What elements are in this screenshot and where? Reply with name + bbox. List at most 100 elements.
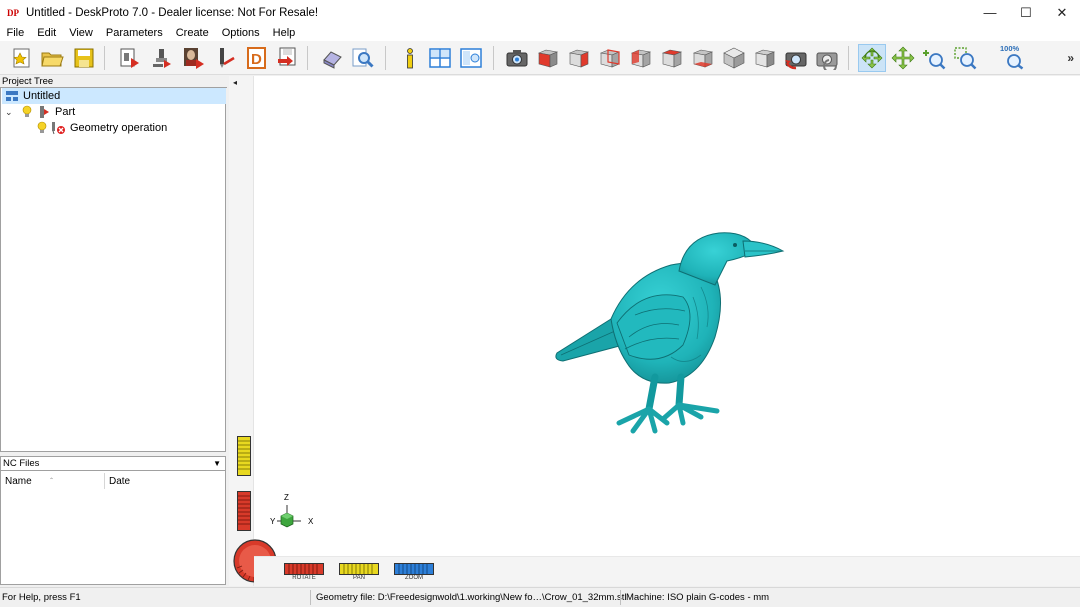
axis-z-label: Z xyxy=(284,493,289,502)
nc-files-title: NC Files xyxy=(3,458,40,469)
3d-viewport[interactable]: ◂ ROTATE PAN ZOOM Z Y X xyxy=(229,76,1080,586)
maximize-button[interactable]: ☐ xyxy=(1008,0,1044,25)
toolbar-overflow-icon[interactable]: » xyxy=(1067,51,1074,65)
lightbulb-icon xyxy=(37,121,47,133)
crow-3d-model[interactable] xyxy=(551,227,791,437)
machine-icon[interactable] xyxy=(148,44,176,72)
toolbar-separator xyxy=(493,46,494,70)
column-header-date[interactable]: Date xyxy=(105,474,225,490)
menu-bar: File Edit View Parameters Create Options… xyxy=(0,25,1080,41)
info-icon[interactable] xyxy=(396,44,424,72)
refresh-camera-icon[interactable] xyxy=(782,44,810,72)
search-icon[interactable] xyxy=(349,44,377,72)
tree-item-geometry-operation[interactable]: Geometry operation xyxy=(36,120,167,136)
view-iso-cube-icon[interactable] xyxy=(720,44,748,72)
toolbar-separator xyxy=(104,46,105,70)
zoom-window-icon[interactable] xyxy=(951,44,979,72)
pan-slider[interactable] xyxy=(339,563,379,575)
camera-icon[interactable] xyxy=(503,44,531,72)
drill-icon[interactable] xyxy=(212,44,240,72)
nc-files-header[interactable]: NC Files ▼ xyxy=(0,456,226,471)
project-tree: Untitled ⌄ Part Geometry operation xyxy=(0,88,226,452)
sort-caret-icon: ⌃ xyxy=(49,478,55,484)
view-toggle-icon[interactable] xyxy=(457,44,485,72)
minimize-button[interactable]: — xyxy=(972,0,1008,25)
menu-file[interactable]: File xyxy=(0,25,31,41)
part-geometry-icon[interactable] xyxy=(116,44,144,72)
view-left-cube-icon[interactable] xyxy=(627,44,655,72)
title-bar: DP Untitled - DeskProto 7.0 - Dealer lic… xyxy=(0,0,1080,25)
rotate-slider-label: ROTATE xyxy=(292,575,316,581)
collapse-panel-icon[interactable]: ◂ xyxy=(233,78,237,87)
operation-error-icon xyxy=(52,122,65,135)
rotate-vertical-slider[interactable] xyxy=(237,491,251,531)
zoom-percent-label: 100% xyxy=(1000,44,1020,53)
toolbar-separator xyxy=(307,46,308,70)
axis-y-label: Y xyxy=(270,517,276,526)
left-panel: Project Tree Untitled ⌄ Part Geometry op… xyxy=(0,76,227,586)
reset-camera-icon[interactable] xyxy=(813,44,841,72)
part-icon xyxy=(40,106,49,118)
view-left-strip: ◂ xyxy=(229,76,277,586)
status-geometry-file: Geometry file: D:\Freedesignwold\1.worki… xyxy=(316,592,627,603)
zoom-slider-label: ZOOM xyxy=(405,575,423,581)
axis-indicator: Z Y X xyxy=(270,493,314,528)
view-iso2-cube-icon[interactable] xyxy=(751,44,779,72)
tree-item-untitled[interactable]: Untitled xyxy=(2,88,226,104)
zoom-fit-icon[interactable]: 100% xyxy=(999,44,1027,72)
svg-text:D: D xyxy=(251,51,262,68)
menu-help[interactable]: Help xyxy=(266,25,302,41)
view-right-cube-icon[interactable] xyxy=(565,44,593,72)
main-toolbar: D 100% » xyxy=(0,41,1080,75)
status-divider xyxy=(620,590,621,605)
lightbulb-icon xyxy=(22,105,32,117)
column-header-label: Name xyxy=(5,476,32,487)
open-folder-icon[interactable] xyxy=(38,44,66,72)
rotate-slider[interactable] xyxy=(284,563,324,575)
bitmap-relief-icon[interactable] xyxy=(180,44,208,72)
toolbar-separator xyxy=(848,46,849,70)
view-front-cube-icon[interactable] xyxy=(534,44,562,72)
multi-view-icon[interactable] xyxy=(426,44,454,72)
deskproto-app-icon: DP xyxy=(7,7,19,18)
eraser-icon[interactable] xyxy=(318,44,346,72)
zoom-icon[interactable] xyxy=(920,44,948,72)
status-divider xyxy=(310,590,311,605)
tree-item-label: Geometry operation xyxy=(70,122,168,134)
view-bottom-cube-icon[interactable] xyxy=(689,44,717,72)
menu-create[interactable]: Create xyxy=(169,25,215,41)
menu-edit[interactable]: Edit xyxy=(31,25,63,41)
caret-down-icon[interactable]: ▼ xyxy=(213,457,221,471)
project-icon xyxy=(6,91,18,101)
view-top-cube-icon[interactable] xyxy=(658,44,686,72)
tree-item-label: Untitled xyxy=(23,90,61,102)
tree-item-part[interactable]: ⌄ Part xyxy=(5,104,75,120)
status-bar: For Help, press F1 Geometry file: D:\Fre… xyxy=(0,587,1080,607)
save-icon[interactable] xyxy=(70,44,98,72)
column-header-label: Date xyxy=(109,476,131,487)
menu-parameters[interactable]: Parameters xyxy=(99,25,169,41)
close-button[interactable]: ✕ xyxy=(1044,0,1080,25)
pan-vertical-slider[interactable] xyxy=(237,436,251,476)
project-tree-header: Project Tree xyxy=(0,76,227,88)
status-help: For Help, press F1 xyxy=(2,592,81,603)
menu-view[interactable]: View xyxy=(63,25,100,41)
status-machine: Machine: ISO plain G-codes - mm xyxy=(626,592,770,603)
tree-item-label: Part xyxy=(55,106,76,118)
d-template-icon[interactable]: D xyxy=(243,44,271,72)
new-project-icon[interactable] xyxy=(8,44,36,72)
view-back-cube-icon[interactable] xyxy=(596,44,624,72)
toolbar-separator xyxy=(385,46,386,70)
menu-options[interactable]: Options xyxy=(215,25,266,41)
pan-slider-label: PAN xyxy=(353,575,365,581)
window-controls: — ☐ ✕ xyxy=(972,0,1080,25)
export-icon[interactable] xyxy=(273,44,301,72)
pan-icon[interactable] xyxy=(889,44,917,72)
rotate-icon[interactable] xyxy=(858,44,886,72)
window-title: Untitled - DeskProto 7.0 - Dealer licens… xyxy=(26,6,319,19)
nc-files-list[interactable]: Name ⌃ Date xyxy=(0,471,226,585)
axis-x-label: X xyxy=(308,517,314,526)
zoom-slider[interactable] xyxy=(394,563,434,575)
column-header-name[interactable]: Name ⌃ xyxy=(1,474,104,490)
chevron-down-icon[interactable]: ⌄ xyxy=(5,107,17,118)
